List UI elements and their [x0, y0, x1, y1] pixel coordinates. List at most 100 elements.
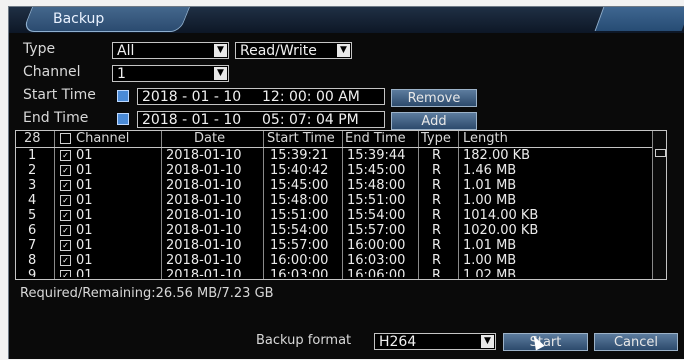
- header-start-time: Start Time: [267, 131, 335, 146]
- end-date: 2018 - 01 - 10: [142, 112, 242, 128]
- table-row[interactable]: ✓ 9 01 2018-01-10 16:03:00 16:06:00 R 1.02 MB: [16, 268, 666, 280]
- cell-type: R: [432, 148, 442, 163]
- checkbox-icon: [60, 133, 71, 144]
- table-row[interactable]: ✓ 1 01 2018-01-10 15:39:21 15:39:44 R 182.00 KB: [16, 148, 666, 163]
- dropdown-arrow-icon: ▼: [337, 44, 350, 57]
- type-select[interactable]: All ▼: [112, 42, 229, 59]
- row-checkbox[interactable]: ✓: [60, 163, 71, 178]
- row-checkbox[interactable]: ✓: [60, 208, 71, 223]
- table-row[interactable]: ✓ 3 01 2018-01-10 15:45:00 15:48:00 R 1.01 MB: [16, 178, 666, 193]
- calendar-icon[interactable]: [117, 90, 129, 102]
- header-length: Length: [463, 131, 508, 146]
- cell-start: 15:45:00: [270, 178, 329, 193]
- channel-value: 1: [117, 66, 126, 82]
- table-row[interactable]: ✓ 6 01 2018-01-10 15:54:00 15:57:00 R 1020.00 K…: [16, 223, 666, 238]
- row-checkbox[interactable]: ✓: [60, 238, 71, 253]
- cell-channel: 01: [76, 208, 93, 223]
- header-type: Type: [421, 131, 451, 146]
- end-time: 05: 07: 04 PM: [262, 112, 359, 128]
- dropdown-arrow-icon: ▼: [214, 67, 227, 80]
- row-checkbox[interactable]: ✓: [60, 223, 71, 238]
- cell-end: 16:06:00: [347, 268, 406, 280]
- dropdown-arrow-icon: ▼: [214, 44, 227, 57]
- cell-date: 2018-01-10: [166, 148, 242, 163]
- cell-length: 1.00 MB: [463, 253, 517, 268]
- cell-date: 2018-01-10: [166, 253, 242, 268]
- cell-channel: 01: [76, 223, 93, 238]
- cell-no: 4: [28, 193, 37, 208]
- cell-channel: 01: [76, 148, 93, 163]
- table-row[interactable]: ✓ 5 01 2018-01-10 15:51:00 15:54:00 R 1014.00 K…: [16, 208, 666, 223]
- row-checkbox[interactable]: ✓: [60, 178, 71, 193]
- checkbox-icon: ✓: [60, 270, 71, 277]
- cell-no: 2: [28, 163, 37, 178]
- cell-length: 1.00 MB: [463, 193, 517, 208]
- calendar-icon[interactable]: [117, 113, 129, 125]
- dropdown-arrow-icon: ▼: [481, 335, 494, 348]
- mode-select[interactable]: Read/Write ▼: [235, 42, 352, 59]
- cell-channel: 01: [76, 238, 93, 253]
- cell-channel: 01: [76, 253, 93, 268]
- cell-date: 2018-01-10: [166, 178, 242, 193]
- table-header: 28 Channel Date Start Time End Time Type…: [16, 131, 666, 148]
- cell-channel: 01: [76, 178, 93, 193]
- required-remaining-text: Required/Remaining:26.56 MB/7.23 GB: [20, 286, 274, 301]
- cell-date: 2018-01-10: [166, 208, 242, 223]
- header-date: Date: [194, 131, 226, 146]
- cell-no: 8: [28, 253, 37, 268]
- table-row[interactable]: ✓ 2 01 2018-01-10 15:40:42 15:45:00 R 1.46 MB: [16, 163, 666, 178]
- cell-length: 1014.00 KB: [463, 208, 539, 223]
- type-value: All: [117, 43, 135, 59]
- checkbox-icon: ✓: [60, 240, 71, 251]
- row-checkbox[interactable]: ✓: [60, 148, 71, 163]
- cell-type: R: [432, 163, 442, 178]
- cell-length: 182.00 KB: [463, 148, 531, 163]
- recording-table: 28 Channel Date Start Time End Time Type…: [15, 130, 667, 280]
- start-datetime-field[interactable]: 2018 - 01 - 10 12: 00: 00 AM: [137, 88, 385, 105]
- remove-button[interactable]: Remove: [391, 89, 477, 107]
- cell-type: R: [432, 193, 442, 208]
- add-button[interactable]: Add: [391, 112, 477, 130]
- cell-start: 15:51:00: [270, 208, 329, 223]
- table-row[interactable]: ✓ 4 01 2018-01-10 15:48:00 15:51:00 R 1.00 MB: [16, 193, 666, 208]
- cell-start: 15:39:21: [270, 148, 329, 163]
- cell-date: 2018-01-10: [166, 193, 242, 208]
- cell-end: 16:00:00: [347, 238, 406, 253]
- cell-type: R: [432, 253, 442, 268]
- cell-date: 2018-01-10: [166, 163, 242, 178]
- end-datetime-field[interactable]: 2018 - 01 - 10 05: 07: 04 PM: [137, 111, 385, 128]
- row-checkbox[interactable]: ✓: [60, 268, 71, 277]
- cancel-button[interactable]: Cancel: [594, 333, 678, 351]
- cell-date: 2018-01-10: [166, 268, 242, 280]
- cell-type: R: [432, 268, 442, 280]
- cell-date: 2018-01-10: [166, 238, 242, 253]
- cell-start: 16:03:00: [270, 268, 329, 280]
- window-title: Backup: [53, 11, 105, 27]
- start-button[interactable]: Start: [503, 333, 588, 351]
- checkbox-icon: ✓: [60, 225, 71, 236]
- backup-format-select[interactable]: H264 ▼: [374, 333, 496, 350]
- cell-no: 3: [28, 178, 37, 193]
- cell-length: 1020.00 KB: [463, 223, 539, 238]
- cell-type: R: [432, 238, 442, 253]
- cell-date: 2018-01-10: [166, 223, 242, 238]
- end-time-label: End Time: [23, 110, 89, 126]
- row-checkbox[interactable]: ✓: [60, 193, 71, 208]
- cell-no: 6: [28, 223, 37, 238]
- cell-end: 15:54:00: [347, 208, 406, 223]
- row-checkbox[interactable]: ✓: [60, 253, 71, 268]
- cell-channel: 01: [76, 268, 93, 280]
- cell-type: R: [432, 178, 442, 193]
- cell-no: 5: [28, 208, 37, 223]
- header-channel: Channel: [76, 131, 130, 146]
- table-row[interactable]: ✓ 8 01 2018-01-10 16:00:00 16:03:00 R 1.00 MB: [16, 253, 666, 268]
- scrollbar-thumb[interactable]: [655, 149, 666, 157]
- table-scrollbar[interactable]: [652, 131, 666, 279]
- start-time: 12: 00: 00 AM: [262, 89, 360, 105]
- title-bar: Backup: [9, 7, 684, 33]
- cell-no: 9: [28, 268, 37, 280]
- table-row[interactable]: ✓ 7 01 2018-01-10 15:57:00 16:00:00 R 1.01 MB: [16, 238, 666, 253]
- channel-select[interactable]: 1 ▼: [112, 65, 229, 82]
- select-all-checkbox[interactable]: [60, 131, 71, 147]
- mode-value: Read/Write: [240, 43, 317, 59]
